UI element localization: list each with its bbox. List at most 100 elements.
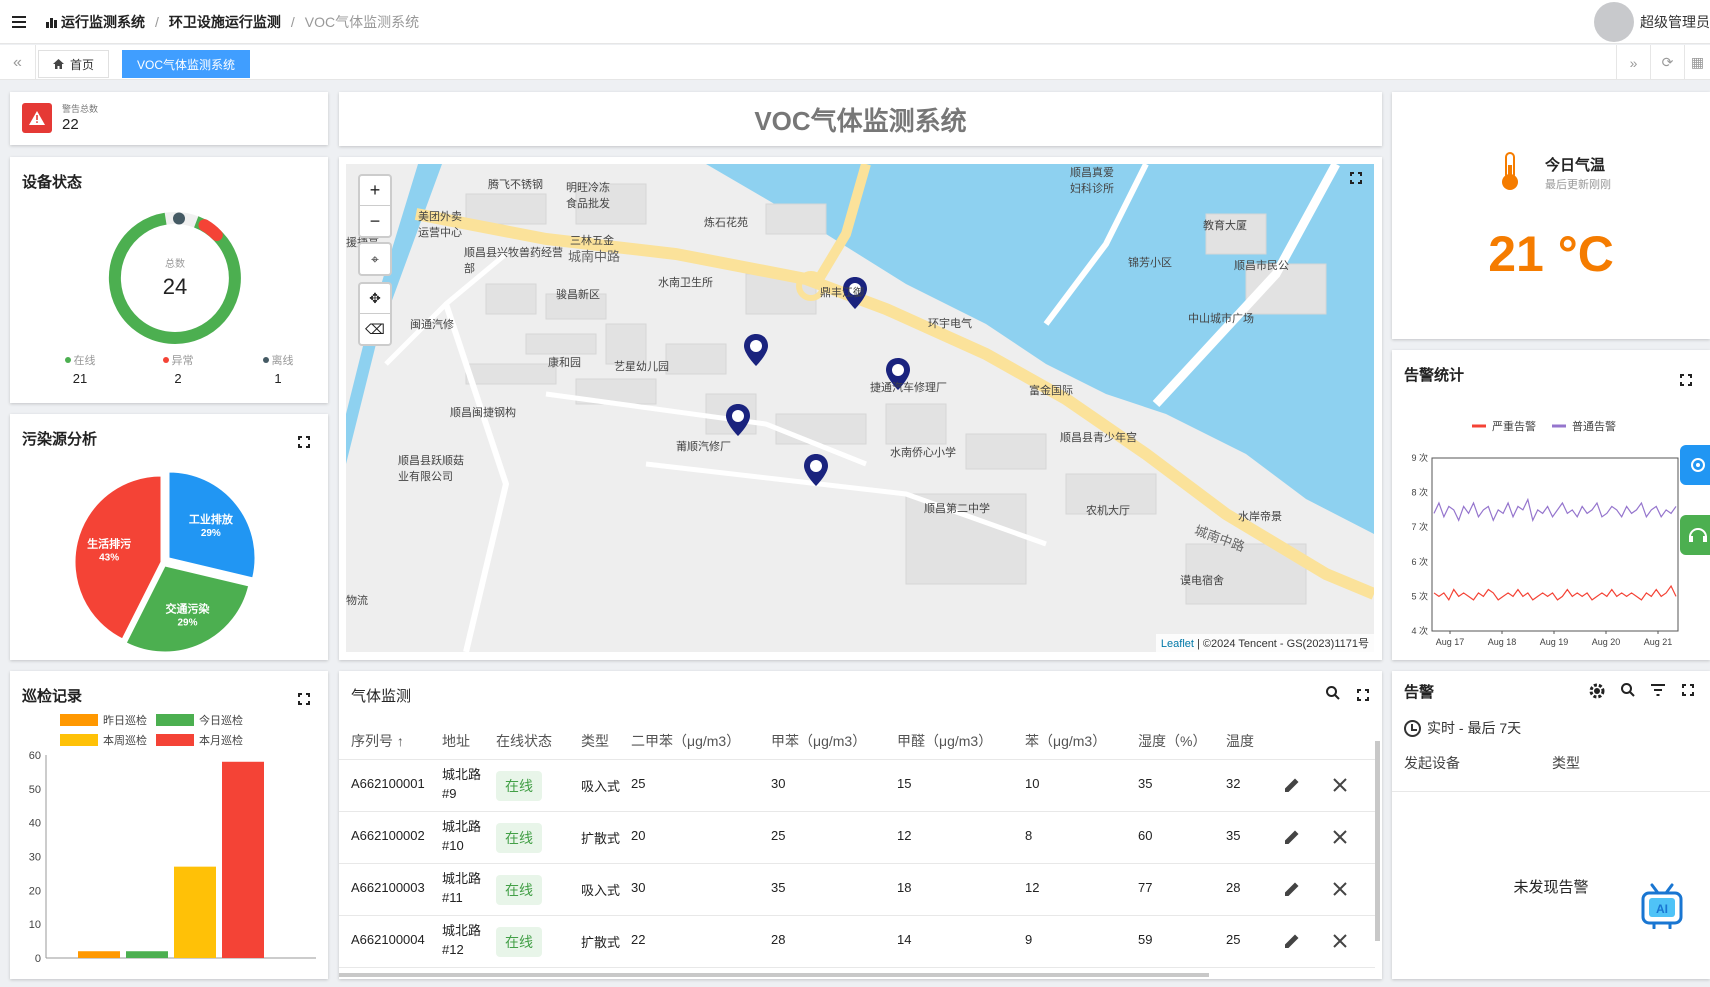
edit-icon[interactable] xyxy=(1283,880,1301,898)
map-label: 莆顺汽修厂 xyxy=(676,441,731,453)
tabs-scroll-left-icon[interactable]: « xyxy=(0,45,36,80)
support-side-tab[interactable] xyxy=(1680,515,1710,555)
user-menu[interactable]: 超级管理员 xyxy=(1594,0,1710,44)
table-header-cell: 温度 xyxy=(1226,733,1254,749)
breadcrumb-level1[interactable]: 运行监测系统 xyxy=(61,12,145,32)
breadcrumb-level2[interactable]: 环卫设施运行监测 xyxy=(169,12,281,32)
table-cell-toluene: 30 xyxy=(771,776,786,791)
zoom-control: + − xyxy=(358,174,392,238)
table-cell-toluene: 25 xyxy=(771,828,786,843)
bar-legend-label[interactable]: 今日巡检 xyxy=(199,713,243,727)
locate-control: ⌖ xyxy=(358,242,392,276)
settings-side-tab[interactable] xyxy=(1680,445,1710,485)
home-icon xyxy=(53,59,64,69)
warning-total-label: 警告总数 xyxy=(62,104,99,114)
legend-error-label: 异常 xyxy=(171,355,194,367)
draw-control: ✥ ⌫ xyxy=(358,282,392,346)
tabs-scroll-right-icon[interactable]: » xyxy=(1616,45,1650,80)
close-icon[interactable] xyxy=(1332,881,1348,897)
close-icon[interactable] xyxy=(1332,777,1348,793)
ai-assistant-icon[interactable]: AI xyxy=(1640,883,1684,929)
legend-error-value: 2 xyxy=(174,371,182,386)
menu-icon[interactable] xyxy=(12,13,26,31)
grid-icon[interactable]: ▦ xyxy=(1684,45,1710,80)
bar[interactable] xyxy=(174,866,216,958)
donut-segment-error xyxy=(198,219,223,241)
line-x-tick: Aug 19 xyxy=(1540,637,1569,647)
tab-home[interactable]: 首页 xyxy=(38,50,110,78)
pie-slice-label: 交通污染 xyxy=(165,601,210,615)
map-label: 炼石花苑 xyxy=(704,217,748,229)
map-label: 顺昌县兴牧兽药经营部 xyxy=(464,247,563,275)
refresh-icon[interactable]: ⟳ xyxy=(1650,45,1684,80)
table-cell-humidity: 59 xyxy=(1138,932,1153,947)
bar[interactable] xyxy=(78,951,120,958)
close-icon[interactable] xyxy=(1332,933,1348,949)
line-y-tick: 6 次 xyxy=(1411,556,1428,567)
fullscreen-icon[interactable] xyxy=(298,693,310,705)
temperature-value: 21 °C xyxy=(1488,226,1614,282)
table-row[interactable]: A662100001 城北路#9 在线 吸入式 25 30 15 10 35 32 xyxy=(339,759,1375,811)
line-series[interactable] xyxy=(1433,497,1677,523)
attribution-text: | ©2024 Tencent - GS(2023)1171号 xyxy=(1193,638,1369,650)
line-x-tick: Aug 21 xyxy=(1644,637,1673,647)
avatar[interactable] xyxy=(1594,2,1634,42)
line-legend-label[interactable]: 普通告警 xyxy=(1572,419,1616,433)
filter-icon[interactable] xyxy=(1650,683,1666,697)
edit-icon[interactable] xyxy=(1283,828,1301,846)
table-header-cell: 甲苯（μg/m3） xyxy=(771,733,867,749)
bar-legend-label[interactable]: 昨日巡检 xyxy=(103,713,147,727)
search-icon[interactable] xyxy=(1620,682,1636,698)
line-x-tick: Aug 18 xyxy=(1488,637,1517,647)
close-icon[interactable] xyxy=(1332,829,1348,845)
map-label: 顺昌第二中学 xyxy=(924,503,990,515)
fullscreen-icon[interactable] xyxy=(1680,374,1692,386)
leaflet-link[interactable]: Leaflet xyxy=(1161,638,1194,650)
table-fullscreen-icon[interactable] xyxy=(1357,689,1369,701)
table-cell-addr: 城北路#11 xyxy=(442,871,482,905)
eraser-icon[interactable]: ⌫ xyxy=(360,314,390,344)
table-row[interactable]: A662100003 城北路#11 在线 吸入式 30 35 18 12 77 28 xyxy=(339,863,1375,915)
gear-icon[interactable] xyxy=(1588,682,1606,700)
line-y-tick: 8 次 xyxy=(1411,487,1428,498)
map-fullscreen-icon[interactable] xyxy=(1350,172,1362,184)
temperature-subtitle: 最后更新刚刚 xyxy=(1545,179,1611,191)
user-name[interactable]: 超级管理员 xyxy=(1640,12,1710,32)
bar-legend-label[interactable]: 本月巡检 xyxy=(199,733,243,747)
map-label: 环宇电气 xyxy=(928,318,972,330)
bar-chart-icon xyxy=(46,16,57,28)
map[interactable]: 腾飞不锈钢 明旺冷冻食品批发 美团外卖运营中心 顺昌县兴牧兽药经营部 三林五金 … xyxy=(346,164,1374,652)
table-cell-addr: 城北路#12 xyxy=(442,923,482,957)
table-header-cell[interactable]: 序列号 ↑ xyxy=(351,731,404,751)
bar-legend-label[interactable]: 本周巡检 xyxy=(103,733,147,747)
alarm-range[interactable]: 实时 - 最后 7天 xyxy=(1404,718,1521,738)
line-series[interactable] xyxy=(1433,584,1677,602)
bar-y-tick: 60 xyxy=(29,750,41,762)
table-vertical-scrollbar[interactable] xyxy=(1375,741,1380,941)
donut-center-label: 总数 xyxy=(165,257,185,270)
table-header-cell: 在线状态 xyxy=(496,733,552,749)
locate-icon[interactable]: ⌖ xyxy=(360,244,390,274)
fullscreen-icon[interactable] xyxy=(298,436,310,448)
line-legend-label[interactable]: 严重告警 xyxy=(1492,419,1536,433)
table-row[interactable]: A662100004 城北路#12 在线 扩散式 22 28 14 9 59 25 xyxy=(339,915,1375,967)
move-icon[interactable]: ✥ xyxy=(360,284,390,314)
table-row[interactable]: A662100002 城北路#10 在线 扩散式 20 25 12 8 60 35 xyxy=(339,811,1375,863)
edit-icon[interactable] xyxy=(1283,776,1301,794)
zoom-out-button[interactable]: − xyxy=(360,206,390,236)
status-chip: 在线 xyxy=(496,771,542,801)
table-search-icon[interactable] xyxy=(1325,685,1341,706)
temperature-title: 今日气温 xyxy=(1545,157,1606,174)
edit-icon[interactable] xyxy=(1283,932,1301,950)
tab-voc[interactable]: VOC气体监测系统 xyxy=(122,50,251,78)
headset-icon xyxy=(1689,528,1707,542)
table-horizontal-scrollbar[interactable] xyxy=(339,973,1209,977)
pie-slice-label: 工业排放 xyxy=(189,512,234,526)
line-x-tick: Aug 20 xyxy=(1592,637,1621,647)
table-cell-formaldehyde: 18 xyxy=(897,880,912,895)
status-chip: 在线 xyxy=(496,927,542,957)
bar[interactable] xyxy=(222,761,264,958)
zoom-in-button[interactable]: + xyxy=(360,176,390,206)
fullscreen-icon[interactable] xyxy=(1682,684,1694,696)
bar[interactable] xyxy=(126,951,168,958)
